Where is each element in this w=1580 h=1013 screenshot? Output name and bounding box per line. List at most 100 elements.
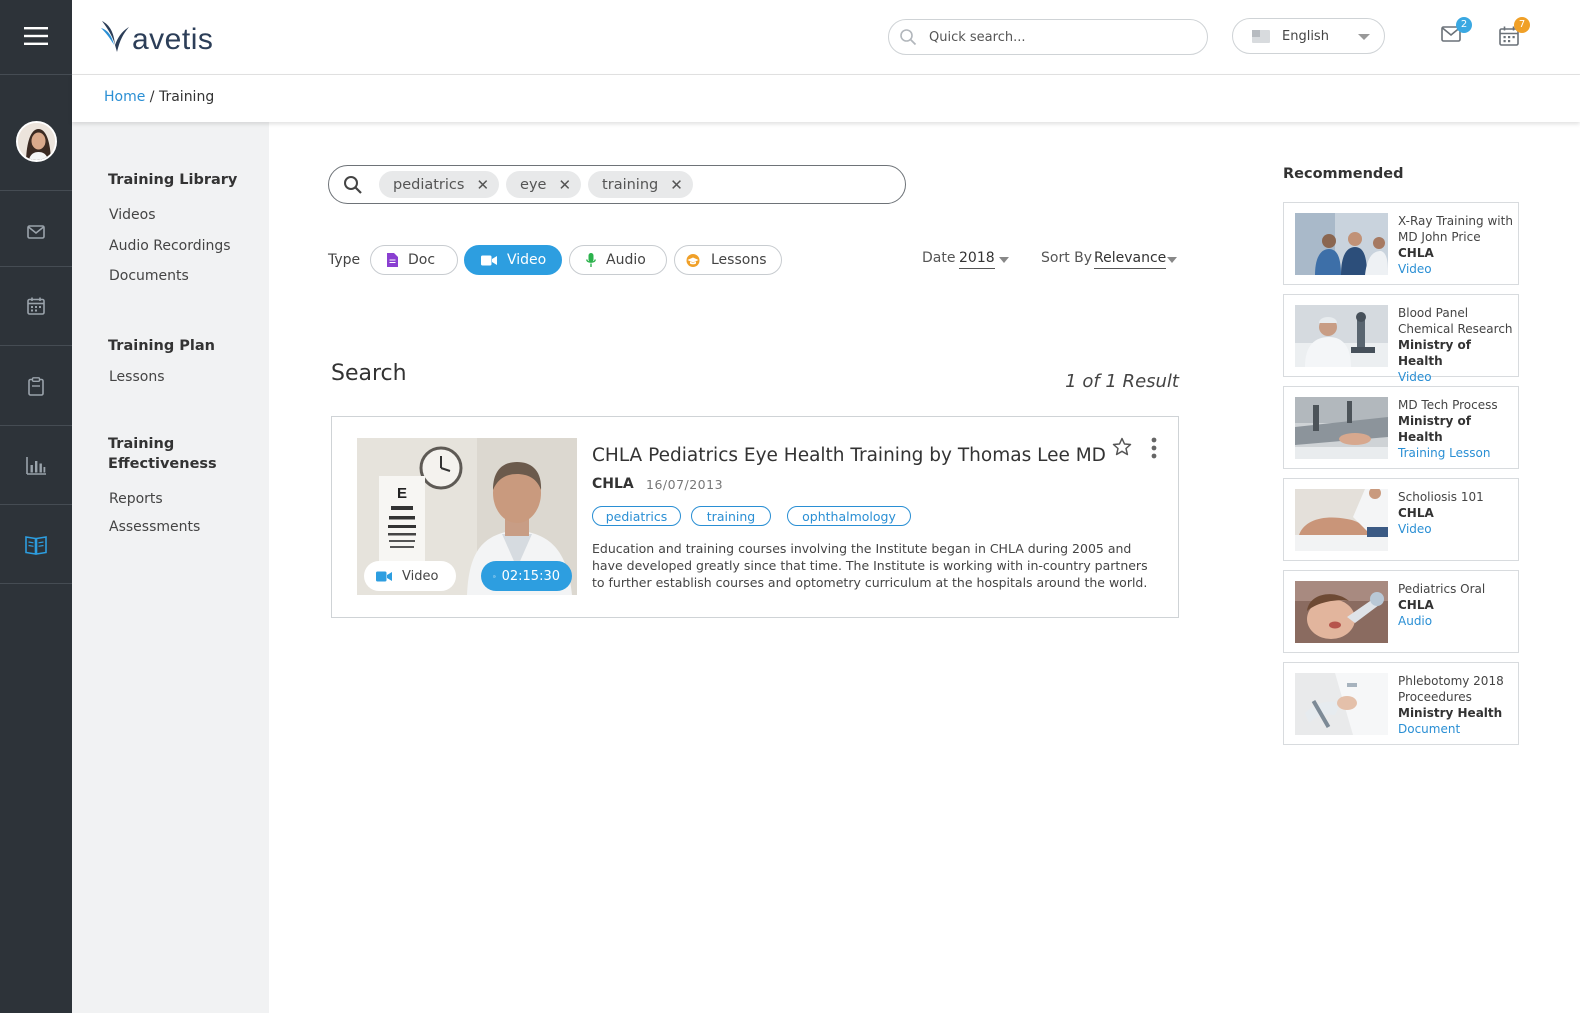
- recommended-thumbnail: [1295, 581, 1388, 643]
- search-icon: [344, 175, 362, 194]
- recommended-title: MD Tech Process: [1398, 398, 1498, 412]
- recommended-item[interactable]: Blood Panel Chemical Research Ministry o…: [1283, 294, 1519, 384]
- rail-mail-button[interactable]: [0, 193, 72, 271]
- date-filter-label: Date: [922, 250, 956, 266]
- sort-by-select[interactable]: Relevance: [1094, 250, 1167, 269]
- type-filter-lessons[interactable]: Lessons: [674, 245, 782, 275]
- result-tag[interactable]: ophthalmology: [787, 506, 911, 526]
- rail-training-button[interactable]: [0, 506, 72, 584]
- recommended-title: Scholiosis 101: [1398, 490, 1484, 504]
- calendar-button[interactable]: 7: [1499, 17, 1530, 48]
- language-select[interactable]: English: [1232, 18, 1385, 54]
- recommended-type: Video: [1398, 522, 1432, 536]
- svg-text:E: E: [397, 485, 407, 502]
- recommended-type: Video: [1398, 262, 1432, 276]
- type-filter-video-label: Video: [507, 252, 547, 268]
- result-tag[interactable]: training: [691, 506, 771, 526]
- duration-label: 02:15:30: [501, 568, 560, 584]
- recommended-org: Ministry Health: [1398, 706, 1503, 720]
- app-root: avetis English 2 7 Home / Training Train: [0, 0, 1580, 1013]
- chevron-down-icon[interactable]: [1167, 257, 1177, 263]
- chevron-down-icon[interactable]: [999, 257, 1009, 263]
- chevron-down-icon: [1358, 34, 1370, 40]
- result-tag[interactable]: pediatrics: [592, 506, 681, 526]
- media-type-label: Video: [402, 568, 439, 584]
- xray-doctors-image: [1295, 213, 1388, 275]
- close-icon[interactable]: ✕: [670, 176, 683, 194]
- recommended-item[interactable]: MD Tech Process Ministry of Health Train…: [1283, 386, 1519, 469]
- bird-logo-icon: [101, 21, 129, 52]
- us-flag-icon: [1252, 29, 1270, 43]
- star-icon: [1112, 437, 1132, 456]
- type-filter-doc[interactable]: Doc: [370, 245, 458, 275]
- result-organization: CHLA: [592, 476, 634, 492]
- rail-divider: [0, 504, 72, 505]
- more-options-button[interactable]: [1151, 437, 1157, 459]
- subnav-link-reports[interactable]: Reports: [109, 491, 163, 507]
- result-title-link[interactable]: CHLA Pediatrics Eye Health Training by T…: [592, 445, 1106, 466]
- messages-button[interactable]: 2: [1441, 17, 1472, 48]
- hamburger-menu-button[interactable]: [0, 0, 72, 72]
- rail-divider: [0, 345, 72, 346]
- search-icon: [900, 29, 917, 46]
- left-rail: [0, 0, 72, 1013]
- recommended-title: Pediatrics Oral: [1398, 582, 1486, 596]
- subnav-title-training-effectiveness-line2: Effectiveness: [108, 456, 217, 472]
- type-filter-lessons-label: Lessons: [711, 252, 767, 268]
- recommended-text: MD Tech Process Ministry of Health Train…: [1398, 397, 1516, 461]
- recommended-text: Blood Panel Chemical Research Ministry o…: [1398, 305, 1516, 385]
- lab-researcher-image: [1295, 305, 1388, 367]
- type-filter-audio[interactable]: Audio: [569, 245, 667, 275]
- results-count: 1 of 1 Result: [1065, 371, 1179, 392]
- rail-divider: [0, 425, 72, 426]
- date-filter-select[interactable]: 2018: [959, 250, 995, 269]
- user-avatar[interactable]: [16, 121, 57, 162]
- recommended-org: CHLA: [1398, 598, 1434, 612]
- subnav-link-documents[interactable]: Documents: [109, 268, 189, 284]
- result-thumbnail[interactable]: E Video 02:15:30: [357, 438, 577, 595]
- close-icon[interactable]: ✕: [558, 176, 571, 194]
- recommended-text: Pediatrics Oral CHLA Audio: [1398, 581, 1516, 629]
- logo-wordmark: avetis: [132, 23, 214, 56]
- rail-clipboard-button[interactable]: [0, 347, 72, 425]
- breadcrumb-home-link[interactable]: Home: [104, 89, 145, 105]
- close-icon[interactable]: ✕: [476, 176, 489, 194]
- result-date: 16/07/2013: [646, 477, 724, 492]
- avetis-logo[interactable]: avetis: [100, 15, 213, 55]
- tag-search-field[interactable]: pediatrics ✕ eye ✕ training ✕: [328, 165, 906, 204]
- recommended-item[interactable]: Pediatrics Oral CHLA Audio: [1283, 570, 1519, 653]
- recommended-title: X-Ray Training with MD John Price: [1398, 214, 1513, 244]
- subnav-link-lessons[interactable]: Lessons: [109, 369, 165, 385]
- quick-search-input[interactable]: [929, 29, 1169, 45]
- tech-process-image: [1295, 397, 1388, 459]
- avatar-portrait-icon: [18, 123, 55, 160]
- results-heading: Search: [331, 361, 407, 386]
- subnav-link-audio-recordings[interactable]: Audio Recordings: [109, 238, 231, 254]
- calendar-icon: [27, 297, 45, 315]
- type-filter-video[interactable]: Video: [464, 245, 562, 275]
- recommended-item[interactable]: Phlebotomy 2018 Proceedures Ministry Hea…: [1283, 662, 1519, 745]
- subnav-link-videos[interactable]: Videos: [109, 207, 156, 223]
- mail-icon: [27, 225, 45, 239]
- recommended-text: Phlebotomy 2018 Proceedures Ministry Hea…: [1398, 673, 1516, 737]
- top-header: avetis English 2 7: [72, 0, 1580, 75]
- recommended-item[interactable]: X-Ray Training with MD John Price CHLA V…: [1283, 202, 1519, 285]
- recommended-org: CHLA: [1398, 506, 1434, 520]
- search-chip: eye ✕: [506, 171, 582, 198]
- graduation-cap-icon: [685, 253, 701, 267]
- subnav-link-assessments[interactable]: Assessments: [109, 519, 200, 535]
- recommended-org: Ministry of Health: [1398, 338, 1471, 368]
- recommended-title: Phlebotomy 2018 Proceedures: [1398, 674, 1504, 704]
- recommended-text: X-Ray Training with MD John Price CHLA V…: [1398, 213, 1516, 277]
- search-chip: pediatrics ✕: [379, 171, 500, 198]
- scoliosis-exam-image: [1295, 489, 1388, 551]
- rail-reports-button[interactable]: [0, 427, 72, 505]
- recommended-item[interactable]: Scholiosis 101 CHLA Video: [1283, 478, 1519, 561]
- quick-search-box[interactable]: [888, 19, 1208, 55]
- recommended-title: Blood Panel Chemical Research: [1398, 306, 1513, 336]
- recommended-org: CHLA: [1398, 246, 1434, 260]
- favorite-button[interactable]: [1112, 437, 1132, 461]
- rail-calendar-button[interactable]: [0, 267, 72, 345]
- pediatric-oral-image: [1295, 581, 1388, 643]
- training-subnav: Training Library Videos Audio Recordings…: [72, 122, 269, 1013]
